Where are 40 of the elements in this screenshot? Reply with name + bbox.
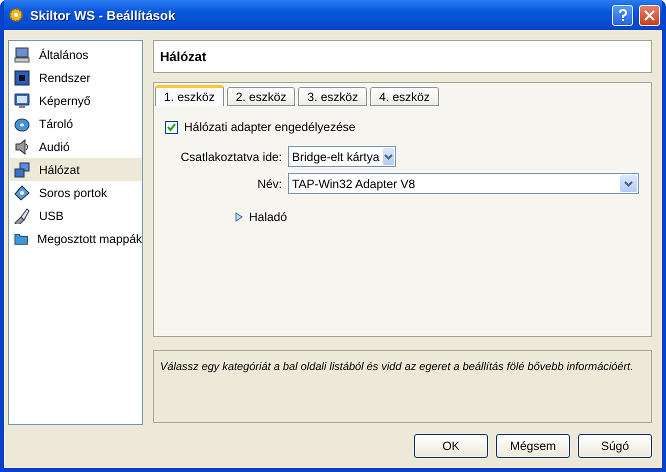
dialog-button[interactable]: OK bbox=[414, 434, 488, 458]
tab[interactable]: 4. eszköz bbox=[370, 87, 439, 106]
category-item[interactable]: Audió bbox=[9, 135, 142, 158]
help-button[interactable] bbox=[612, 4, 633, 26]
category-item[interactable]: Rendszer bbox=[9, 66, 142, 89]
dialog-button[interactable]: Súgó bbox=[578, 434, 652, 458]
section-title: Hálózat bbox=[160, 49, 206, 64]
tab[interactable]: 3. eszköz bbox=[298, 87, 368, 106]
category-item[interactable]: Általános bbox=[9, 43, 142, 66]
category-item[interactable]: Soros portok bbox=[9, 181, 142, 204]
category-item[interactable]: Hálózat bbox=[9, 158, 142, 181]
close-icon bbox=[644, 10, 655, 20]
gear-icon bbox=[8, 7, 24, 23]
chevron-down-icon bbox=[384, 154, 394, 160]
field-label: Csatlakoztatva ide: bbox=[180, 150, 282, 164]
attachment-dropdown[interactable]: Bridge-elt kártya bbox=[288, 146, 396, 167]
tab[interactable]: 2. eszköz bbox=[226, 87, 296, 106]
category-item[interactable]: Tároló bbox=[9, 112, 142, 135]
disk-icon bbox=[14, 116, 30, 132]
info-text: Válassz egy kategóriát a bal oldali listából és vidd az egeret a beállítás fölé bővebb információért. bbox=[160, 361, 634, 373]
tab[interactable]: 1. eszköz bbox=[155, 85, 224, 106]
close-button[interactable] bbox=[639, 4, 660, 26]
adapter-name-dropdown[interactable]: TAP-Win32 Adapter V8 bbox=[288, 173, 639, 194]
checkbox-label: Hálózati adapter engedélyezése bbox=[184, 120, 356, 134]
network-icon bbox=[14, 162, 30, 178]
chip-icon bbox=[14, 70, 30, 86]
category-item[interactable]: Megosztott mappák bbox=[9, 227, 142, 250]
monitor-icon bbox=[14, 92, 30, 108]
field-label: Név: bbox=[256, 176, 282, 190]
chevron-down-icon bbox=[624, 180, 633, 186]
category-item[interactable]: Képernyő bbox=[9, 89, 142, 112]
category-item[interactable]: USB bbox=[9, 204, 142, 227]
question-mark-icon bbox=[618, 8, 628, 22]
dialog-button[interactable]: Mégsem bbox=[496, 434, 570, 458]
triangle-right-icon bbox=[235, 212, 243, 222]
computer-icon bbox=[14, 46, 30, 62]
speaker-icon bbox=[14, 138, 30, 154]
window-title: Skiltor WS - Beállítások bbox=[30, 8, 176, 22]
advanced-toggle[interactable]: Haladó bbox=[165, 210, 639, 224]
checkbox[interactable] bbox=[165, 120, 178, 134]
